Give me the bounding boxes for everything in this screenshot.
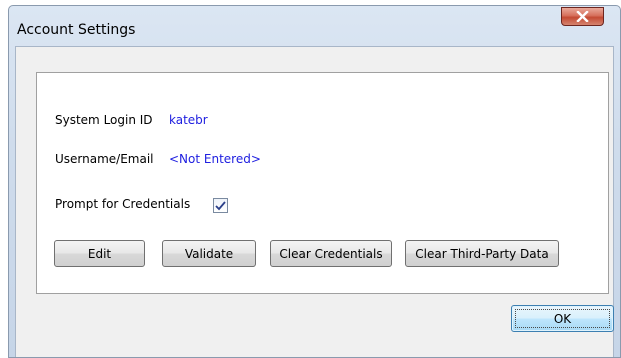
checkmark-icon <box>215 196 226 215</box>
login-id-label: System Login ID <box>55 113 153 127</box>
username-label: Username/Email <box>55 152 154 166</box>
window-title: Account Settings <box>17 22 136 38</box>
dialog-body: System Login ID katebr Username/Email <N… <box>15 46 614 357</box>
clear-credentials-button[interactable]: Clear Credentials <box>270 240 392 267</box>
prompt-credentials-label: Prompt for Credentials <box>55 197 191 211</box>
settings-panel: System Login ID katebr Username/Email <N… <box>36 72 609 294</box>
ok-button-label: OK <box>553 311 572 326</box>
edit-button[interactable]: Edit <box>54 240 145 267</box>
username-value: <Not Entered> <box>169 152 261 166</box>
login-id-value: katebr <box>169 113 208 127</box>
validate-button[interactable]: Validate <box>162 240 256 267</box>
close-icon <box>576 11 589 22</box>
title-bar[interactable]: Account Settings <box>9 6 620 46</box>
close-button[interactable] <box>561 7 604 26</box>
account-settings-dialog: Account Settings System Login ID katebr … <box>8 5 621 358</box>
ok-button[interactable]: OK <box>511 305 614 332</box>
clear-third-party-data-button[interactable]: Clear Third-Party Data <box>405 240 559 267</box>
prompt-credentials-checkbox[interactable] <box>213 198 228 213</box>
